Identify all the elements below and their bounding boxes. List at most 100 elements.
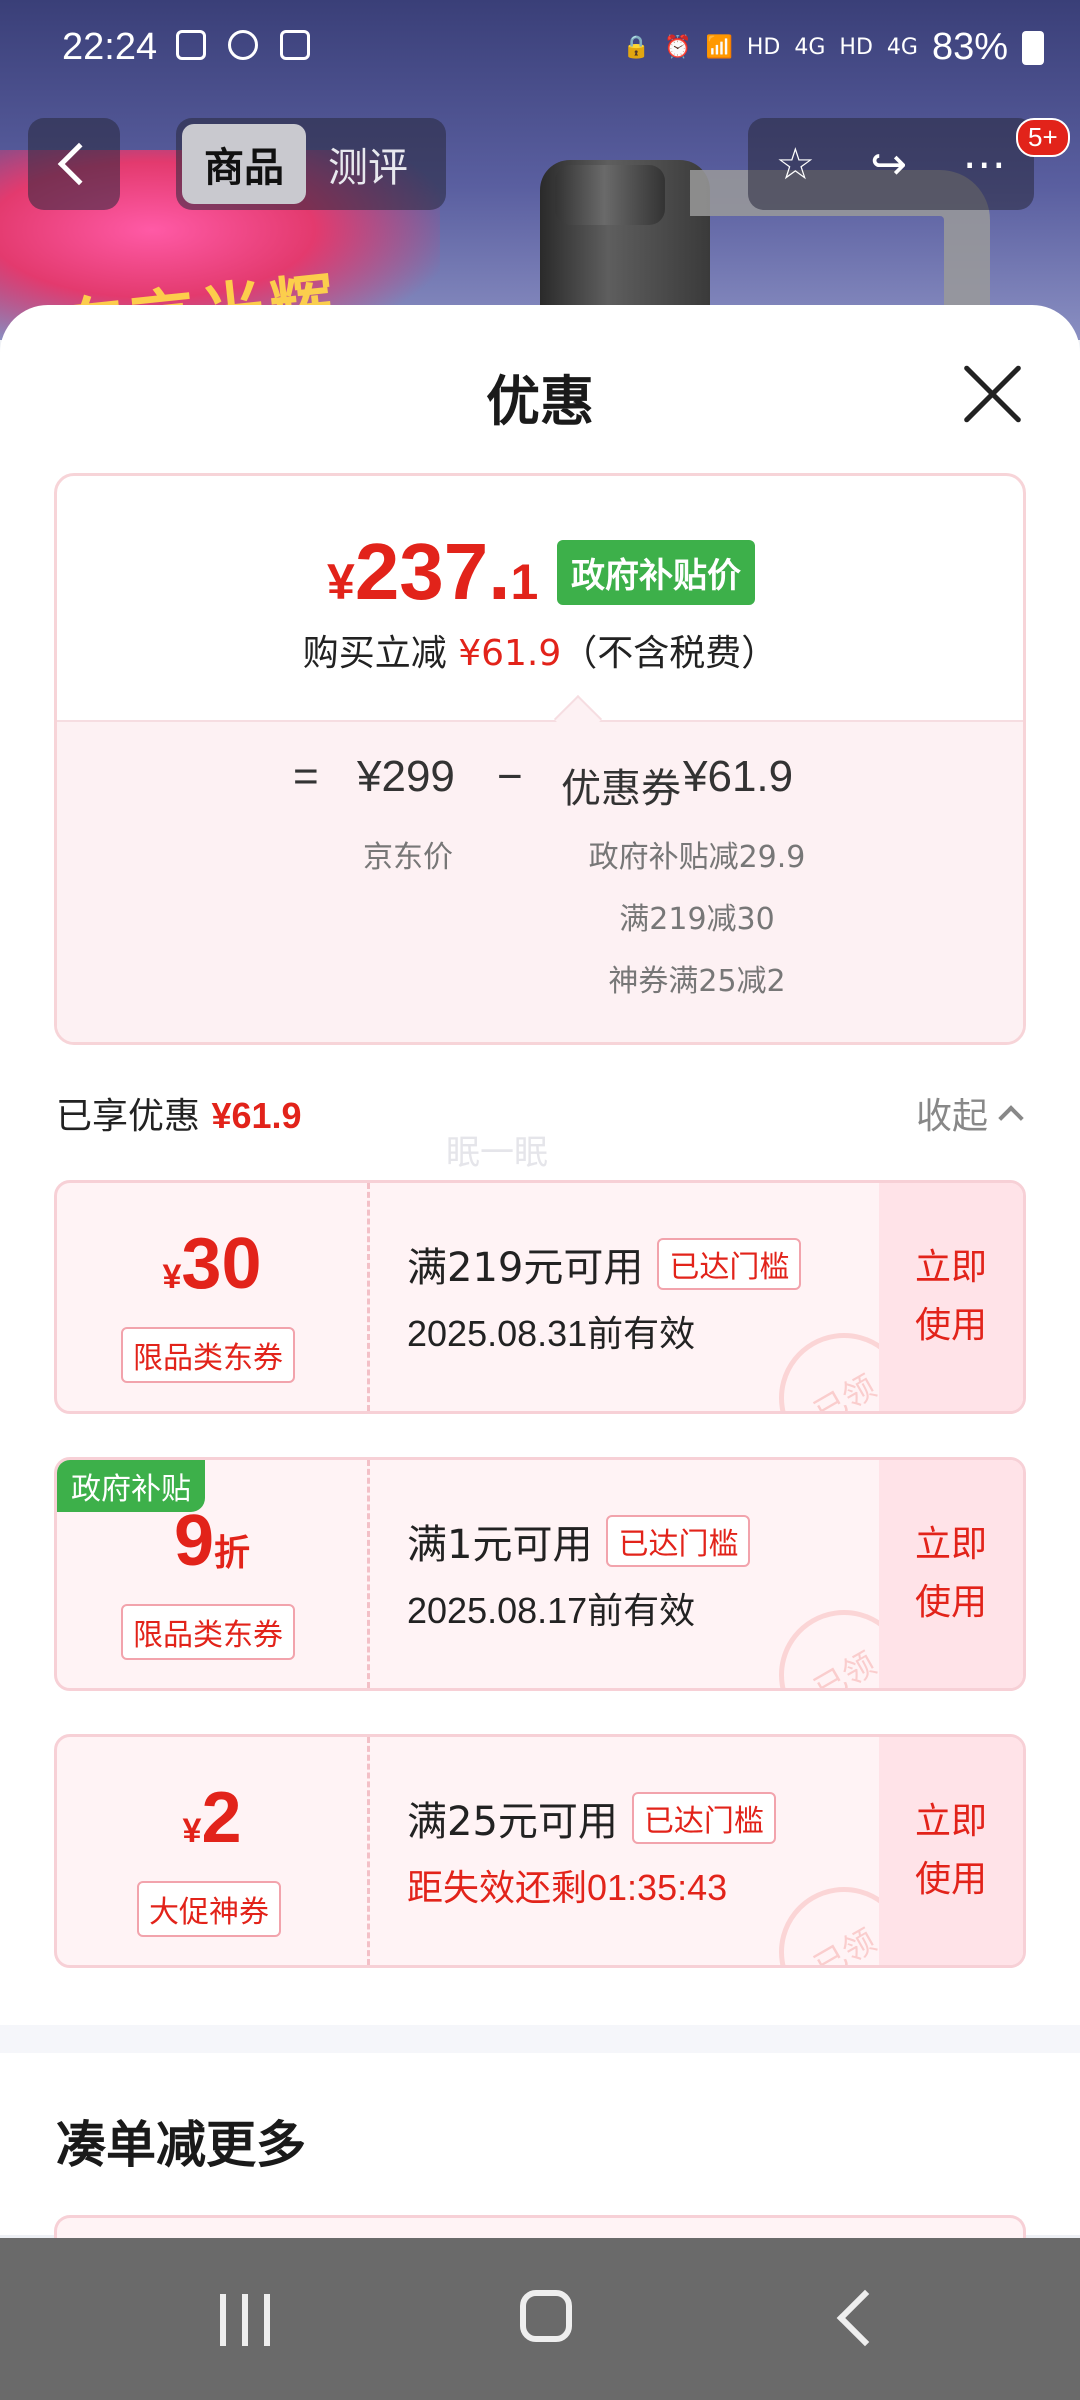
- coupon-value: 30: [181, 1224, 262, 1304]
- recent-apps-button[interactable]: [220, 2294, 270, 2346]
- network-label-2: 4G: [794, 35, 826, 60]
- coupon-card: 政府补贴 9折 限品类东券 满1元可用 已达门槛 2025.08.17前有效 已…: [54, 1457, 1026, 1691]
- use-now-label: 立即 使用: [914, 1524, 987, 1623]
- coupon-condition-row: 满1元可用 已达门槛: [407, 1512, 927, 1570]
- enjoyed-discount: 已享优惠 ¥61.9: [56, 1087, 302, 1139]
- formula-minus: −: [497, 752, 523, 801]
- final-price: ¥237.1: [327, 526, 538, 618]
- formula-base-price: ¥299: [357, 752, 455, 801]
- gov-subsidy-price-tag: 政府补贴价: [557, 540, 755, 605]
- coupon-amount: 9折: [57, 1500, 367, 1582]
- clock-app-icon: [280, 30, 310, 60]
- wifi-icon: 📶: [705, 35, 733, 60]
- buy-discount-amount: ¥61.9: [458, 633, 562, 674]
- tab-review[interactable]: 测评: [306, 124, 430, 204]
- formula-coupon-amount: ¥61.9: [683, 752, 794, 801]
- close-icon[interactable]: [960, 361, 1024, 425]
- gov-subsidy-corner-tag: 政府补贴: [57, 1460, 205, 1512]
- home-button[interactable]: [520, 2290, 572, 2342]
- system-nav-bar: [0, 2238, 1080, 2400]
- status-bar: 22:24 🔒 ⏰ 📶 HD 4G HD 4G 83%: [0, 0, 1080, 100]
- tab-product[interactable]: 商品: [182, 124, 306, 204]
- status-time: 22:24: [62, 26, 158, 68]
- final-price-decimal: 1: [510, 554, 539, 610]
- threshold-reached-badge: 已达门槛: [631, 1792, 776, 1844]
- formula-coupon-label: 优惠券: [561, 766, 681, 812]
- final-price-section: ¥237.1 政府补贴价 购买立减 ¥61.9（不含税费）: [57, 476, 1023, 720]
- coupon-currency: ¥: [182, 1812, 202, 1850]
- enjoyed-amount: ¥61.9: [211, 1095, 302, 1136]
- enjoyed-label: 已享优惠: [56, 1096, 201, 1137]
- discount-sheet: 优惠 ¥237.1 政府补贴价 购买立减 ¥61.9（不含税费） = ¥299 …: [0, 305, 1080, 2255]
- collapse-label: 收起: [915, 1096, 988, 1137]
- coupon-condition-row: 满25元可用 已达门槛: [407, 1789, 927, 1847]
- coupon-detail-3: 神券满25减2: [608, 964, 786, 999]
- more-icon[interactable]: ⋯: [962, 139, 1006, 190]
- buy-discount-suffix: （不含税费）: [561, 633, 778, 674]
- use-now-button[interactable]: 立即 使用: [879, 1737, 1023, 1965]
- coupon-separator: [367, 1737, 370, 1965]
- coupon-unit: 折: [214, 1532, 251, 1573]
- coupon-condition: 满219元可用: [407, 1245, 644, 1291]
- alarm-icon: ⏰: [664, 35, 692, 60]
- coupon-condition-row: 满219元可用 已达门槛: [407, 1235, 927, 1293]
- network-label-1: HD: [746, 35, 781, 60]
- share-icon[interactable]: ↪: [870, 139, 907, 190]
- notification-icons: [176, 30, 310, 60]
- network-label-3: HD: [839, 35, 873, 60]
- buy-discount-line: 购买立减 ¥61.9（不含税费）: [57, 624, 1023, 676]
- gallery-icon: [176, 30, 206, 60]
- battery-percent: 83%: [931, 26, 1008, 68]
- page-tabs: 商品 测评: [176, 118, 446, 210]
- sheet-title: 优惠: [486, 370, 594, 433]
- back-icon: [57, 142, 101, 186]
- coupon-type-badge: 限品类东券: [121, 1327, 295, 1383]
- coupon-value: 9: [173, 1501, 215, 1581]
- coupon-currency: ¥: [162, 1258, 182, 1296]
- final-price-integer: 237.: [354, 527, 511, 616]
- more-discounts-title: 凑单减更多: [56, 2116, 306, 2174]
- coupon-amount: ¥2: [57, 1777, 367, 1859]
- coupon-type-badge: 限品类东券: [121, 1604, 295, 1660]
- coupon-value-section: ¥2 大促神券: [57, 1737, 367, 1965]
- coupon-card: ¥2 大促神券 满25元可用 已达门槛 距失效还剩01:35:43 已领 立即 …: [54, 1734, 1026, 1968]
- buy-discount-prefix: 购买立减: [302, 633, 447, 674]
- star-icon[interactable]: ☆: [776, 139, 815, 190]
- section-divider: [0, 2025, 1080, 2053]
- lock-icon: 🔒: [622, 35, 651, 60]
- collapse-button[interactable]: 收起: [915, 1087, 1024, 1139]
- price-summary-card: ¥237.1 政府补贴价 购买立减 ¥61.9（不含税费） = ¥299 − 优…: [54, 473, 1026, 1045]
- coupon-card: ¥30 限品类东券 满219元可用 已达门槛 2025.08.31前有效 已领 …: [54, 1180, 1026, 1414]
- coupon-separator: [367, 1183, 370, 1411]
- coupon-detail-2: 满219减30: [619, 902, 775, 937]
- top-actions: ☆ ↪ ⋯: [748, 118, 1034, 210]
- system-back-button[interactable]: [836, 2289, 894, 2347]
- base-price-label: 京东价: [363, 840, 453, 875]
- use-now-label: 立即 使用: [914, 1801, 987, 1900]
- coupon-amount: ¥30: [57, 1223, 367, 1305]
- chevron-up-icon: [998, 1105, 1024, 1131]
- app-notification-icon: [228, 30, 258, 60]
- product-image-cap: [555, 165, 665, 225]
- watermark: 眠一眠: [446, 1133, 548, 1173]
- back-button[interactable]: [28, 118, 120, 210]
- use-now-button[interactable]: 立即 使用: [879, 1460, 1023, 1688]
- use-now-button[interactable]: 立即 使用: [879, 1183, 1023, 1411]
- network-label-4: 4G: [886, 35, 918, 60]
- final-price-currency: ¥: [327, 554, 355, 610]
- coupon-condition: 满25元可用: [407, 1799, 618, 1845]
- threshold-reached-badge: 已达门槛: [606, 1515, 751, 1567]
- coupon-value: 2: [201, 1778, 242, 1858]
- coupon-separator: [367, 1460, 370, 1688]
- use-now-label: 立即 使用: [914, 1247, 987, 1346]
- price-breakdown: = ¥299 − 优惠券 ¥61.9 京东价 政府补贴减29.9 满219减30…: [57, 694, 1023, 1042]
- threshold-reached-badge: 已达门槛: [657, 1238, 802, 1290]
- coupon-type-badge: 大促神券: [137, 1881, 281, 1937]
- coupon-detail-1: 政府补贴减29.9: [588, 840, 806, 875]
- coupon-condition: 满1元可用: [407, 1522, 593, 1568]
- coupon-value-section: ¥30 限品类东券: [57, 1183, 367, 1411]
- message-badge: 5+: [1016, 118, 1070, 157]
- battery-icon: [1022, 30, 1044, 65]
- formula-equals: =: [293, 752, 319, 801]
- status-right: 🔒 ⏰ 📶 HD 4G HD 4G 83%: [623, 26, 1044, 69]
